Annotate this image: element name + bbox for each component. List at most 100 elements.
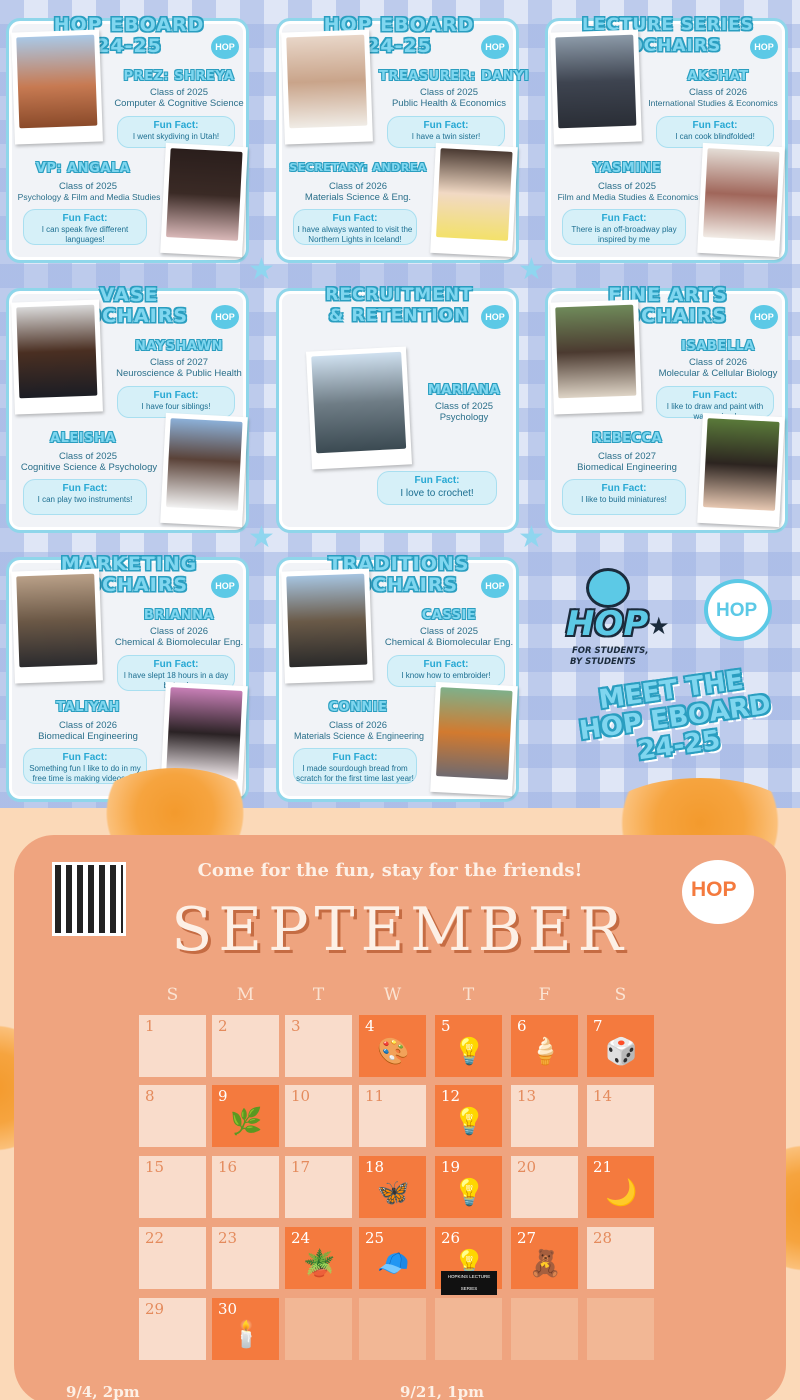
name: BRIANNA	[143, 608, 215, 623]
eboard-poster: HOP EBOARD 24-25 HOP PREZ: SHREYA Class o…	[0, 0, 800, 808]
calendar-day[interactable]: 25 🧢	[359, 1227, 426, 1289]
weekday-header: T	[462, 985, 475, 1005]
calendar-day[interactable]: 20	[511, 1156, 578, 1218]
tagline-1: FOR STUDENTS,	[572, 646, 649, 656]
hop-speech-bubble: HOP	[704, 579, 772, 641]
day-number: 1	[145, 1017, 155, 1035]
photo-connie	[430, 681, 518, 797]
calendar-day[interactable]: 16	[212, 1156, 279, 1218]
event-icon: 🦋	[377, 1178, 410, 1208]
calendar-day[interactable]: 28	[587, 1227, 654, 1289]
calendar-day[interactable]: 1	[139, 1015, 206, 1077]
day-number: 3	[291, 1017, 301, 1035]
calendar-day[interactable]: 13	[511, 1085, 578, 1147]
event-icon: 🕯️	[230, 1320, 263, 1350]
calendar-day[interactable]: 2	[212, 1015, 279, 1077]
star-icon: ★	[518, 252, 545, 287]
name: REBECCA	[591, 431, 663, 446]
calendar-day[interactable]: 15	[139, 1156, 206, 1218]
calendar-day[interactable]: 26 💡 HOPKINS LECTURE SERIES	[435, 1227, 502, 1295]
day-number: 23	[218, 1229, 238, 1247]
event-note: 9/4, 2pm	[66, 1383, 140, 1400]
event-icon: 🧢	[377, 1249, 410, 1279]
major: Psychology & Film and Media Studies	[17, 192, 161, 202]
event-icon: 🌙	[605, 1178, 638, 1208]
class-year: Class of 2026	[688, 87, 748, 98]
class-year: Class of 2027	[597, 451, 657, 462]
weekday-header: F	[538, 985, 551, 1005]
weekday-header: S	[614, 985, 627, 1005]
star-icon: ★	[248, 252, 275, 287]
calendar-day[interactable]: 27 🧸	[511, 1227, 578, 1289]
card-title: RECRUITMENT & RETENTION	[325, 285, 473, 326]
class-year: Class of 2025	[597, 181, 657, 192]
lecture-series-label: HOPKINS LECTURE SERIES	[441, 1271, 497, 1295]
bubble-text: HOP	[716, 600, 758, 621]
calendar-day[interactable]: 22	[139, 1227, 206, 1289]
star-icon: ★	[648, 612, 670, 640]
photo-rebecca	[697, 412, 785, 528]
calendar-day[interactable]: 14	[587, 1085, 654, 1147]
card-traditions: TRADITIONS COCHAIRS HOP CASSIE Class of 2…	[276, 554, 519, 802]
weekday-header: T	[312, 985, 325, 1005]
event-icon: 💡	[453, 1037, 486, 1067]
event-icon: 💡	[453, 1178, 486, 1208]
card-vase: VASE COCHAIRS HOP NAYSHAWN Class of 2027 …	[6, 285, 249, 533]
calendar-day[interactable]: 7 🎲	[587, 1015, 654, 1077]
calendar-day[interactable]: 5 💡	[435, 1015, 502, 1077]
calendar-day[interactable]: 6 🍦	[511, 1015, 578, 1077]
qr-code[interactable]	[52, 862, 126, 936]
name: ALEISHA	[50, 431, 116, 446]
calendar-day[interactable]: 11	[359, 1085, 426, 1147]
calendar-day[interactable]: 4 🎨	[359, 1015, 426, 1077]
calendar-day[interactable]: 21 🌙	[587, 1156, 654, 1218]
event-icon: 🪴	[303, 1249, 336, 1279]
fun-fact-box: Fun Fact: I made sourdough bread from scr…	[293, 748, 417, 784]
day-number: 14	[593, 1087, 613, 1105]
class-year: Class of 2025	[149, 87, 209, 98]
day-number: 11	[365, 1087, 385, 1105]
card-eboard-2: HOP EBOARD 24-25 HOP TREASURER: DANYI Cla…	[276, 15, 529, 263]
bubble-text: HOP	[691, 878, 737, 901]
class-year: Class of 2026	[328, 720, 388, 731]
calendar-day[interactable]: 9 🌿	[212, 1085, 279, 1147]
major: Psychology	[439, 412, 489, 423]
photo-aleisha	[160, 412, 248, 528]
day-number: 10	[291, 1087, 311, 1105]
calendar-day[interactable]: 12 💡	[435, 1085, 502, 1147]
day-number: 29	[145, 1300, 165, 1318]
day-number: 6	[517, 1017, 527, 1035]
class-year: Class of 2025	[58, 451, 118, 462]
photo-danyi	[281, 29, 373, 145]
calendar-day[interactable]: 18 🦋	[359, 1156, 426, 1218]
tagline: Come for the fun, stay for the friends!	[197, 860, 583, 881]
empty-day	[285, 1298, 352, 1360]
name: PREZ: SHREYA	[123, 69, 235, 84]
major: International Studies & Economics	[648, 98, 778, 108]
hop-badge: HOP	[750, 305, 778, 329]
calendar-day[interactable]: 8	[139, 1085, 206, 1147]
hop-badge: HOP	[211, 574, 239, 598]
calendar-day[interactable]: 10	[285, 1085, 352, 1147]
fun-fact-box: Fun Fact: I love to crochet!	[377, 471, 497, 505]
major: Biomedical Engineering	[38, 731, 138, 742]
calendar-day[interactable]: 30 🕯️	[212, 1298, 279, 1360]
day-number: 12	[441, 1087, 461, 1105]
name: NAYSHAWN	[134, 339, 224, 354]
calendar-day[interactable]: 19 💡	[435, 1156, 502, 1218]
major: Cognitive Science & Psychology	[20, 462, 158, 473]
weekday-header: S	[166, 985, 179, 1005]
calendar-day[interactable]: 23	[212, 1227, 279, 1289]
empty-day	[511, 1298, 578, 1360]
name: TALIYAH	[56, 700, 120, 715]
calendar-day[interactable]: 3	[285, 1015, 352, 1077]
major: Neuroscience & Public Health	[116, 368, 242, 379]
class-year: Class of 2025	[58, 181, 118, 192]
calendar-day[interactable]: 24 🪴	[285, 1227, 352, 1289]
logo-text: HOP	[566, 604, 649, 644]
day-number: 15	[145, 1158, 165, 1176]
calendar-day[interactable]: 29	[139, 1298, 206, 1360]
calendar-day[interactable]: 17	[285, 1156, 352, 1218]
meet-the-eboard-title: MEET THE HOP EBOARD 24-25	[577, 665, 773, 767]
event-icon: 🎨	[377, 1037, 410, 1067]
